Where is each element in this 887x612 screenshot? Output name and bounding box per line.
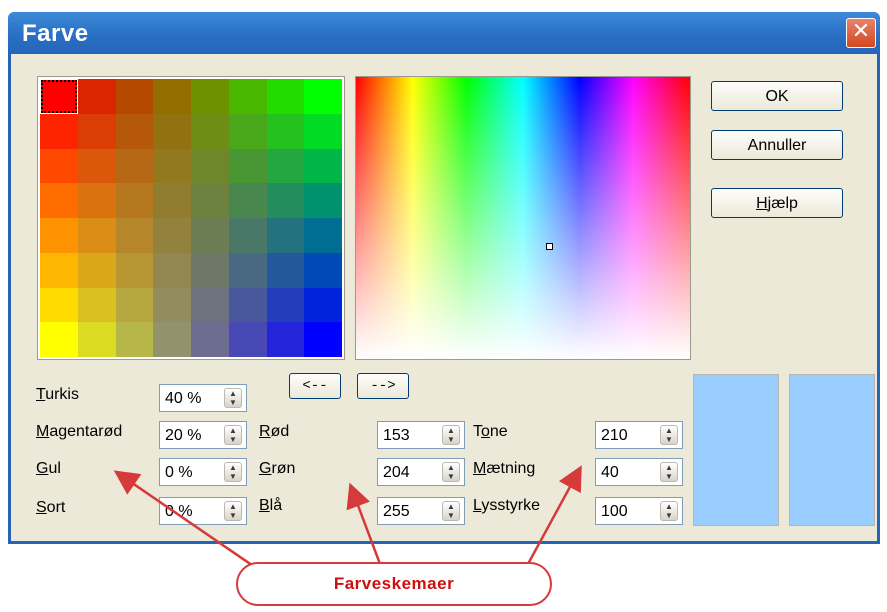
annotation-arrow-cmyk bbox=[113, 470, 263, 574]
annotation-arrows bbox=[113, 465, 582, 574]
annotation-callout: Farveskemaer bbox=[236, 562, 552, 606]
annotation-arrow-rgb bbox=[346, 482, 382, 565]
annotation-arrow-hsb bbox=[526, 465, 582, 565]
